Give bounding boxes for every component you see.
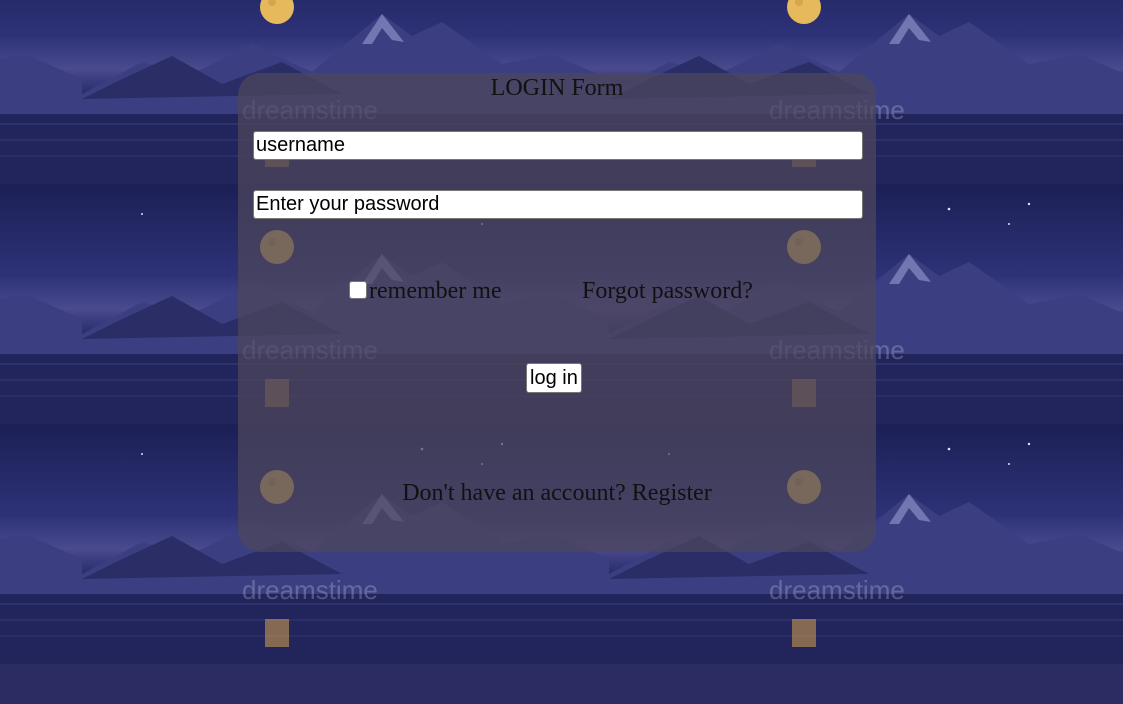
- username-input[interactable]: [253, 131, 863, 160]
- remember-me-label: remember me: [369, 278, 502, 304]
- background-tile: dreamstime: [0, 184, 82, 424]
- background-tile: dreamstime: [0, 0, 82, 184]
- login-button[interactable]: log in: [526, 363, 582, 393]
- svg-text:dreamstime: dreamstime: [242, 575, 378, 605]
- register-link[interactable]: Register: [632, 480, 712, 506]
- forgot-password-link[interactable]: Forgot password?: [582, 278, 753, 305]
- remember-me-checkbox[interactable]: [349, 280, 367, 299]
- register-prompt: Don't have an account? Register: [238, 480, 876, 507]
- form-title: LOGIN Form: [490, 75, 624, 101]
- svg-text:dreamstime: dreamstime: [769, 575, 905, 605]
- background-tile: dreamstime: [0, 424, 82, 664]
- no-account-text: Don't have an account?: [402, 480, 626, 506]
- remember-me-row[interactable]: remember me: [349, 278, 502, 305]
- password-input[interactable]: [253, 190, 863, 219]
- login-panel: LOGIN Form remember me Forgot password? …: [238, 73, 876, 552]
